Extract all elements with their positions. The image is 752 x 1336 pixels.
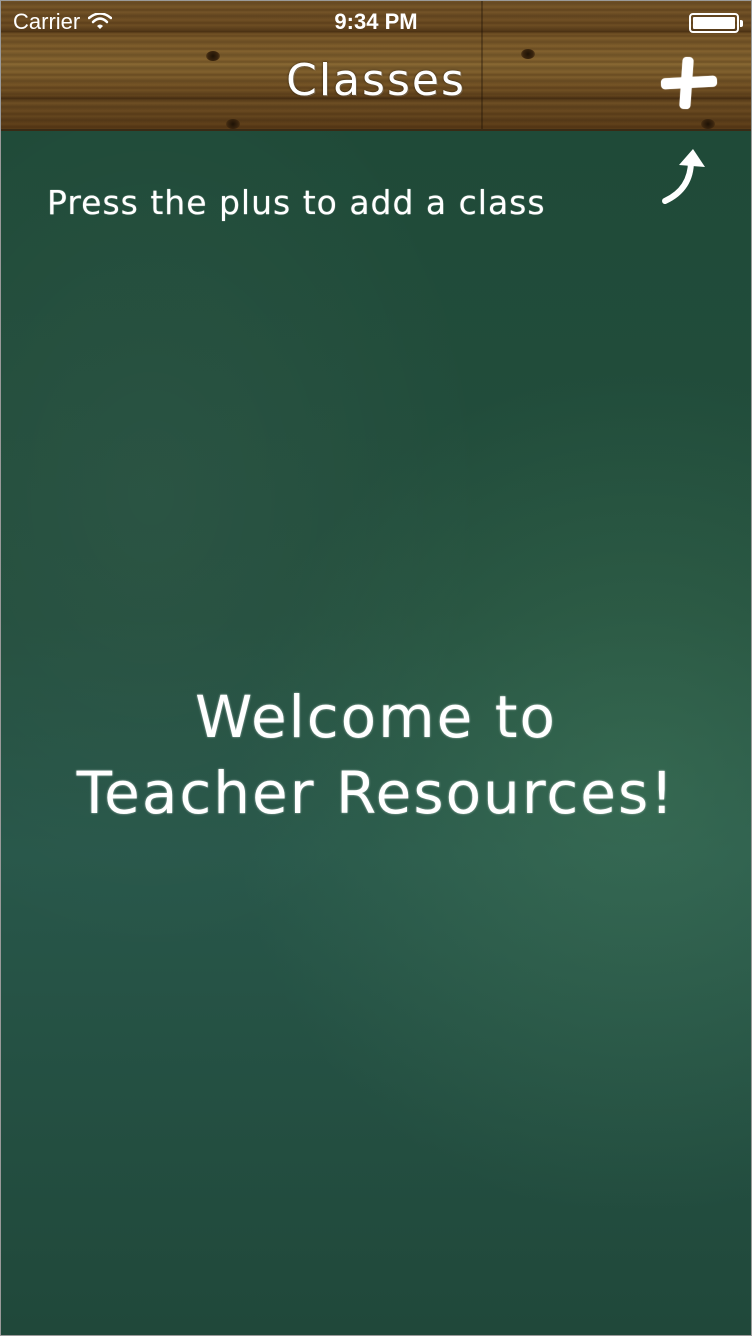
status-bar: Carrier 9:34 PM — [1, 1, 751, 41]
nav-title: Classes — [286, 55, 466, 106]
chalkboard-background: Press the plus to add a class Welcome to… — [1, 131, 751, 1335]
battery-fill — [693, 17, 735, 29]
battery-icon — [689, 13, 743, 33]
plus-icon-stroke — [679, 56, 694, 110]
welcome-line-1: Welcome to — [195, 683, 557, 751]
add-class-hint: Press the plus to add a class — [47, 183, 546, 222]
welcome-line-2: Teacher Resources! — [76, 759, 676, 827]
status-time: 9:34 PM — [334, 9, 418, 34]
welcome-message: Welcome to Teacher Resources! — [1, 679, 751, 831]
add-class-button[interactable] — [657, 55, 721, 111]
app-screen: Carrier 9:34 PM Classes Press the plus t… — [0, 0, 752, 1336]
navigation-bar: Classes — [1, 41, 751, 129]
curved-arrow-up-icon — [662, 149, 705, 204]
